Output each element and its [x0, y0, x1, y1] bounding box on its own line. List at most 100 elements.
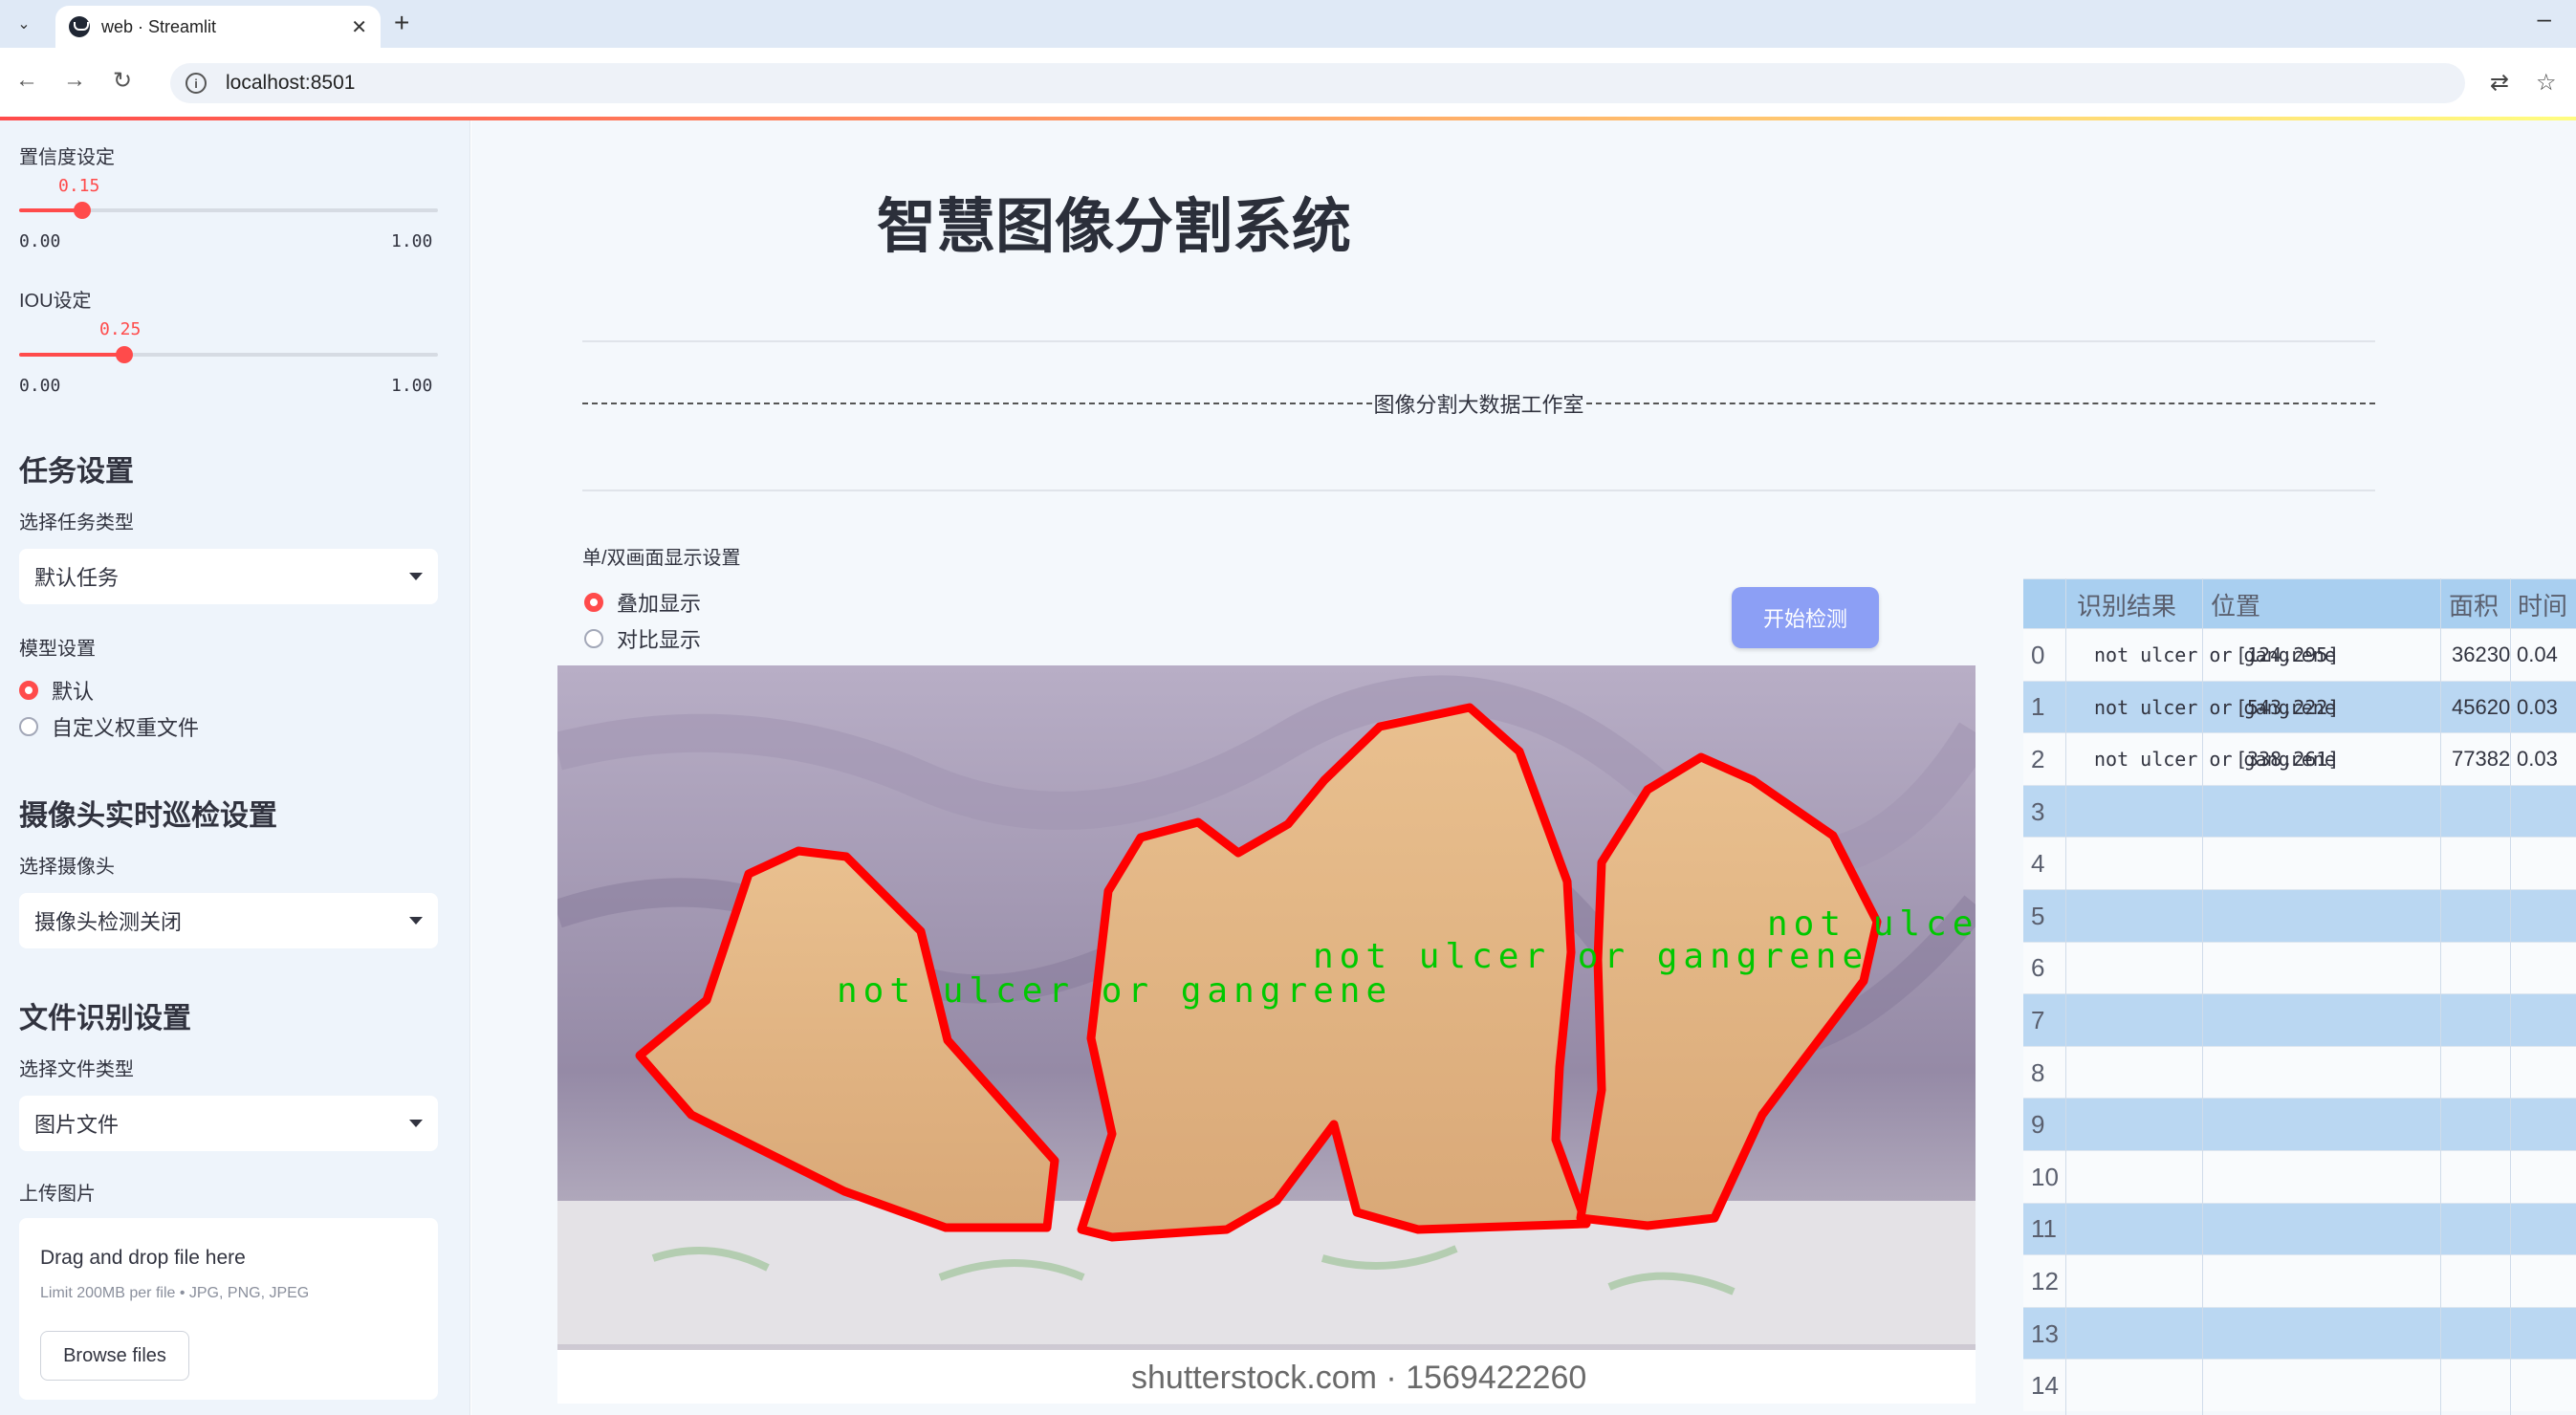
display-option-compare[interactable]: 对比显示	[584, 623, 701, 654]
segmentation-overlay-svg: shutterstock.com · 1569422260 not ulcer …	[557, 665, 1976, 1404]
radio-unselected-icon	[584, 629, 603, 648]
iou-slider[interactable]	[19, 346, 438, 363]
row-index: 0	[2031, 640, 2045, 669]
task-settings-heading: 任务设置	[19, 456, 134, 488]
row-index: 5	[2031, 901, 2045, 930]
upload-drag-text: Drag and drop file here	[40, 1247, 246, 1269]
table-row: 14	[2023, 1359, 2576, 1411]
file-settings-heading: 文件识别设置	[19, 1003, 191, 1034]
table-row: 0 not ulcer or gangrene [124,295] 36230 0.04	[2023, 628, 2576, 681]
table-row: 11	[2023, 1202, 2576, 1255]
radio-unselected-icon	[19, 717, 38, 736]
streamlit-favicon-icon	[69, 16, 90, 37]
table-header: 识别结果 位置 面积 时间	[2023, 578, 2576, 628]
row-position: [338,261]	[2236, 748, 2340, 772]
table-row: 4	[2023, 837, 2576, 889]
table-row: 12	[2023, 1254, 2576, 1307]
sheet	[557, 1201, 1976, 1344]
task-type-value: 默认任务	[34, 566, 120, 590]
radio-selected-icon	[19, 681, 38, 700]
divider	[582, 340, 2375, 342]
studio-subtitle: 图像分割大数据工作室	[1373, 393, 1584, 417]
table-row: 7	[2023, 993, 2576, 1046]
task-type-select[interactable]: 默认任务	[19, 549, 438, 604]
row-index: 4	[2031, 849, 2045, 879]
row-area: 36230	[2452, 642, 2511, 667]
chevron-down-icon	[409, 1120, 423, 1127]
chevron-down-icon	[409, 573, 423, 580]
row-time: 0.03	[2517, 694, 2558, 719]
model-option-custom[interactable]: 自定义权重文件	[19, 711, 199, 742]
watermark-text: shutterstock.com · 1569422260	[1131, 1360, 1586, 1396]
reload-icon[interactable]: ↻	[113, 67, 132, 95]
iou-slider-fill	[19, 353, 124, 357]
row-index: 2	[2031, 744, 2045, 773]
model-option-default[interactable]: 默认	[19, 675, 94, 706]
row-index: 10	[2031, 1162, 2059, 1191]
browse-files-button[interactable]: Browse files	[40, 1331, 189, 1381]
row-position: [543,222]	[2236, 695, 2340, 719]
camera-select[interactable]: 摄像头检测关闭	[19, 893, 438, 948]
table-row: 9	[2023, 1098, 2576, 1150]
close-tab-icon[interactable]: ✕	[351, 15, 367, 39]
site-info-icon[interactable]: i	[186, 73, 207, 94]
table-row: 1 not ulcer or gangrene [543,222] 45620 0.03	[2023, 680, 2576, 733]
column-header-area[interactable]: 面积	[2449, 579, 2499, 629]
row-index: 13	[2031, 1318, 2059, 1348]
row-index: 11	[2031, 1214, 2057, 1244]
row-time: 0.03	[2517, 747, 2558, 772]
iou-value: 0.25	[99, 319, 142, 339]
column-header-time[interactable]: 时间	[2518, 579, 2567, 629]
forward-icon[interactable]: →	[63, 67, 86, 94]
camera-value: 摄像头检测关闭	[34, 910, 183, 934]
iou-label: IOU设定	[19, 291, 92, 312]
column-divider	[2440, 578, 2441, 1415]
page-title: 智慧图像分割系统	[876, 194, 1351, 260]
model-option-label: 自定义权重文件	[52, 716, 200, 740]
display-option-overlay[interactable]: 叠加显示	[584, 587, 701, 618]
radio-selected-icon	[584, 593, 603, 612]
row-index: 3	[2031, 796, 2045, 826]
file-uploader-dropzone[interactable]: Drag and drop file here Limit 200MB per …	[19, 1218, 438, 1400]
bookmark-star-icon[interactable]: ☆	[2536, 69, 2557, 97]
chevron-down-icon	[409, 917, 423, 925]
confidence-label: 置信度设定	[19, 147, 115, 168]
iou-max: 1.00	[391, 376, 433, 396]
display-mode-label: 单/双画面显示设置	[582, 548, 741, 569]
start-detection-button[interactable]: 开始检测	[1732, 587, 1879, 648]
detection-label: not ulcer or gangrene	[1767, 904, 1976, 944]
column-header-result[interactable]: 识别结果	[2077, 579, 2176, 629]
row-index: 6	[2031, 953, 2045, 983]
iou-slider-thumb[interactable]	[115, 346, 133, 363]
detection-result-image: shutterstock.com · 1569422260 not ulcer …	[557, 665, 1976, 1404]
browser-tab[interactable]: web · Streamlit ✕	[55, 6, 381, 48]
file-type-select[interactable]: 图片文件	[19, 1096, 438, 1151]
upload-limit-text: Limit 200MB per file • JPG, PNG, JPEG	[40, 1285, 310, 1301]
row-area: 45620	[2452, 694, 2511, 719]
url-text: localhost:8501	[226, 72, 356, 94]
tab-title: web · Streamlit	[101, 16, 217, 36]
camera-settings-heading: 摄像头实时巡检设置	[19, 800, 277, 832]
new-tab-icon[interactable]: +	[394, 8, 409, 38]
row-index: 14	[2031, 1371, 2059, 1401]
column-divider	[2510, 578, 2511, 1415]
table-row: 10	[2023, 1150, 2576, 1203]
url-field[interactable]: i localhost:8501	[170, 63, 2465, 103]
row-index: 12	[2031, 1266, 2059, 1295]
column-divider	[2065, 578, 2066, 1415]
tab-list-chevron-icon[interactable]: ⌄	[10, 10, 38, 38]
table-row: 6	[2023, 941, 2576, 994]
back-icon[interactable]: ←	[15, 67, 38, 94]
column-header-position[interactable]: 位置	[2211, 579, 2260, 629]
minimize-icon[interactable]: –	[2538, 4, 2551, 33]
row-index: 1	[2031, 692, 2045, 722]
table-row: 2 not ulcer or gangrene [338,261] 77382 0.03	[2023, 732, 2576, 785]
translate-icon[interactable]: ⇄	[2490, 69, 2509, 97]
table-row: 3	[2023, 784, 2576, 838]
task-type-label: 选择任务类型	[19, 512, 134, 533]
browser-tab-bar: ⌄ web · Streamlit ✕ + –	[0, 0, 2576, 48]
camera-label: 选择摄像头	[19, 857, 115, 878]
results-table[interactable]: 识别结果 位置 面积 时间 0 not ulcer or gangrene [124…	[2023, 578, 2576, 1415]
row-index: 8	[2031, 1057, 2045, 1087]
table-row: 5	[2023, 889, 2576, 942]
